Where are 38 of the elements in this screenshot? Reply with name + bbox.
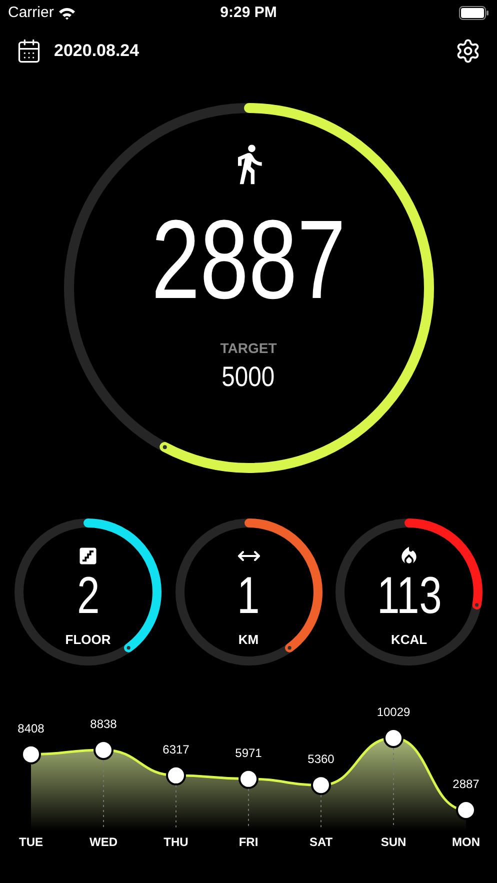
step-count: 2887 xyxy=(151,204,346,316)
day-label: MON xyxy=(452,835,480,849)
value-label: 6317 xyxy=(162,742,190,756)
data-point[interactable] xyxy=(21,744,41,764)
day-label: TUE xyxy=(19,835,43,849)
settings-icon[interactable] xyxy=(455,38,481,64)
target-label: TARGET xyxy=(220,339,277,358)
data-point[interactable] xyxy=(166,765,186,786)
battery-icon xyxy=(458,6,489,20)
metric-value: 1 xyxy=(237,570,260,622)
data-point[interactable] xyxy=(94,740,114,760)
target-value: 5000 xyxy=(222,363,275,391)
value-label: 10029 xyxy=(376,705,410,719)
day-label: SAT xyxy=(309,835,333,849)
value-label: 2887 xyxy=(452,777,480,791)
date-label[interactable]: 2020.08.24 xyxy=(54,38,140,64)
metric-unit: KM xyxy=(238,631,259,649)
stairs-icon xyxy=(77,545,99,567)
day-label: THU xyxy=(164,835,188,849)
day-label: SUN xyxy=(380,835,406,849)
calendar-icon[interactable] xyxy=(16,38,42,64)
day-label: FRI xyxy=(238,835,258,849)
metric-unit: FLOOR xyxy=(65,631,111,649)
day-label: WED xyxy=(90,835,118,849)
value-label: 8408 xyxy=(18,721,44,736)
data-point[interactable] xyxy=(238,768,258,789)
value-label: 8838 xyxy=(90,717,117,731)
value-label: 5360 xyxy=(308,752,334,766)
value-label: 5971 xyxy=(235,746,262,760)
wifi-icon xyxy=(58,6,76,20)
metric-value: 113 xyxy=(376,570,442,622)
metric-unit: KCAL xyxy=(390,631,428,649)
status-time: 9:29 PM xyxy=(220,2,277,23)
data-point[interactable] xyxy=(384,728,404,748)
metric-value: 2 xyxy=(76,570,100,622)
carrier-label: Carrier xyxy=(8,2,54,23)
data-point[interactable] xyxy=(456,800,476,820)
data-point[interactable] xyxy=(311,775,331,796)
